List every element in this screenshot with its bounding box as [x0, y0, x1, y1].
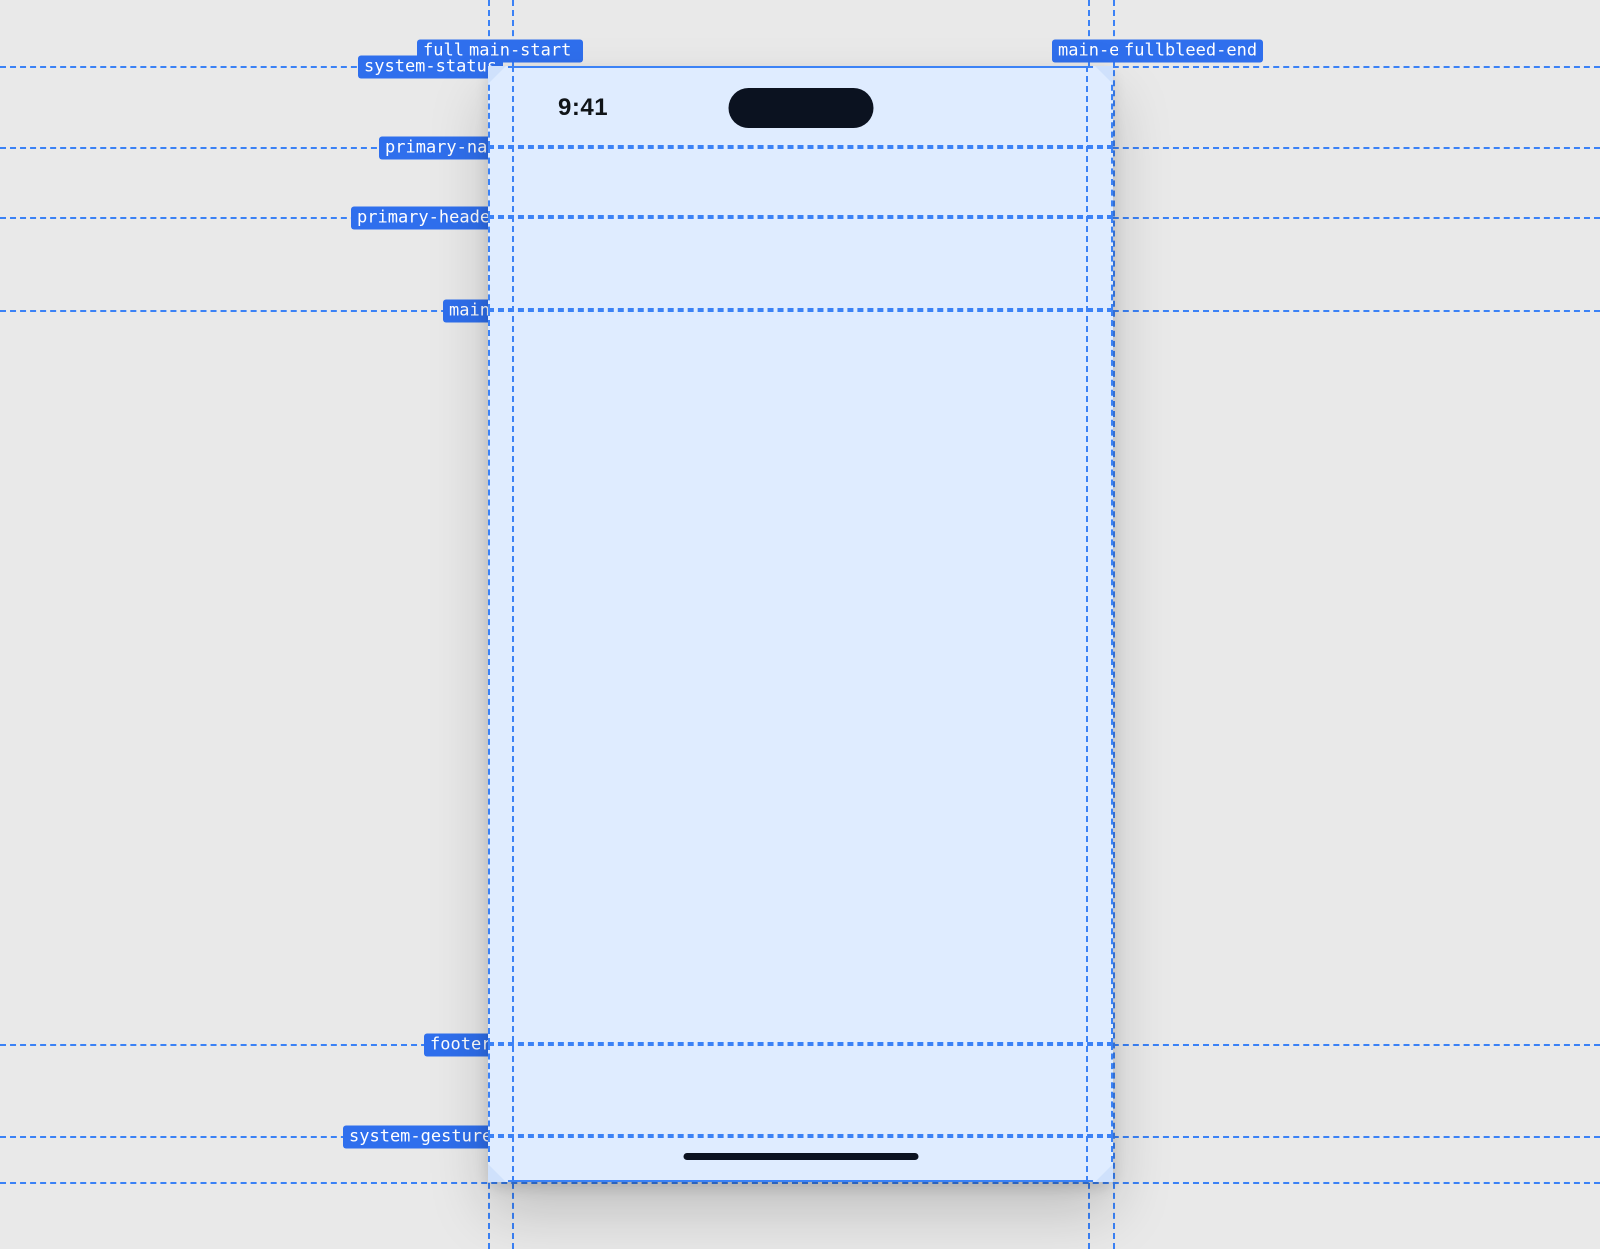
- guide-fullbleed-end: [1113, 0, 1115, 1249]
- status-bar-time: 9:41: [558, 94, 608, 122]
- region-primary-header: [488, 217, 1113, 310]
- label-footer: footer: [424, 1034, 497, 1057]
- iphone-frame: 9:41: [488, 66, 1113, 1182]
- dynamic-island: [728, 88, 873, 128]
- frame-corner-bottom-left: [488, 1164, 506, 1182]
- frame-corner-top-right: [1095, 66, 1113, 84]
- label-fullbleed-end: fullbleed-end: [1118, 40, 1263, 63]
- frame-corner-bottom-right: [1095, 1164, 1113, 1182]
- label-primary-header: primary-header: [351, 207, 506, 230]
- region-footer: [488, 1044, 1113, 1136]
- region-primary-nav: [488, 147, 1113, 217]
- region-main-column: [512, 66, 1088, 1182]
- region-main: [488, 310, 1113, 1044]
- label-system-status: system-status: [358, 56, 503, 79]
- label-primary-nav: primary-nav: [379, 137, 504, 160]
- frame-corner-top-left: [488, 66, 506, 84]
- label-system-gestures: system-gestures: [343, 1126, 509, 1149]
- home-indicator[interactable]: [683, 1153, 918, 1160]
- guide-bottom: [0, 1182, 1600, 1184]
